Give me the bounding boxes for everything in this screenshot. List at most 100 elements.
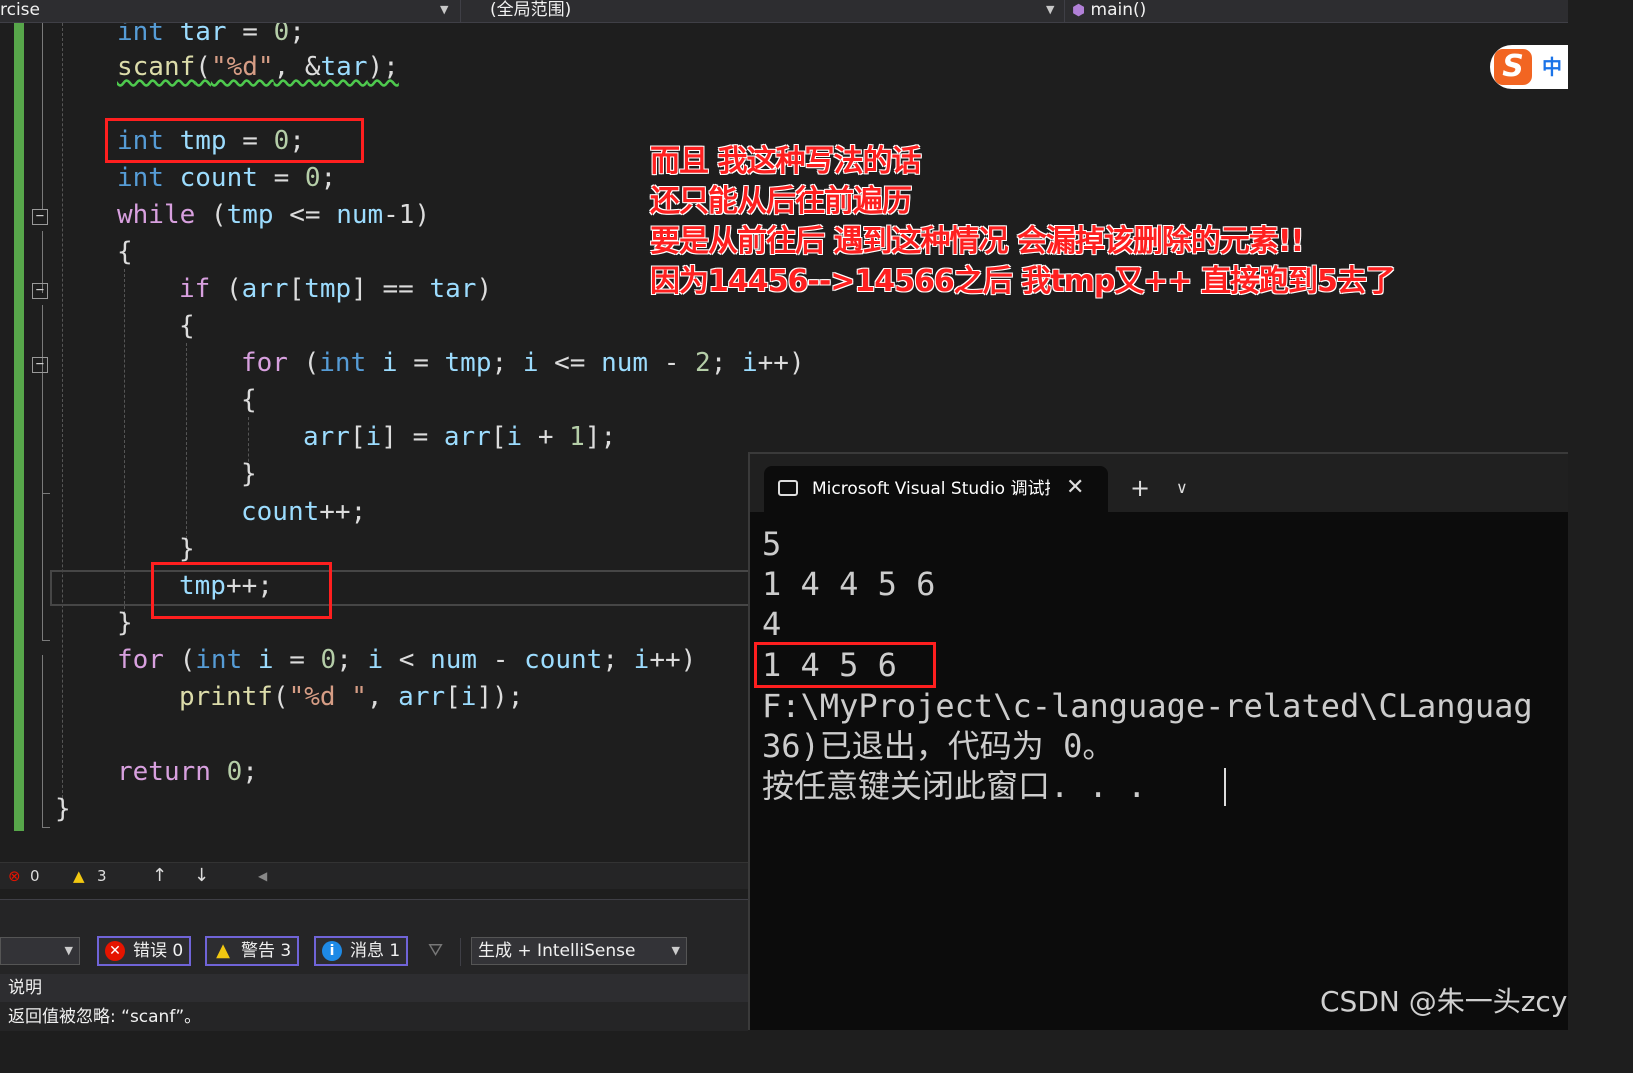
indent-guide: [186, 343, 187, 539]
console-titlebar: Microsoft Visual Studio 调试控制台 ✕ + ∨: [750, 454, 1568, 512]
code-line[interactable]: }: [55, 791, 71, 828]
console-output-line: 按任意键关闭此窗口. . .: [762, 767, 1147, 805]
code-token: ;: [602, 645, 634, 675]
highlight-box-output: [754, 642, 936, 688]
code-line[interactable]: for (int i = 0; i < num - count; i++): [117, 642, 696, 679]
code-line[interactable]: {: [179, 308, 195, 345]
code-line[interactable]: int count = 0;: [117, 160, 336, 197]
project-combo[interactable]: rcise: [0, 0, 455, 22]
code-line[interactable]: arr[i] = arr[i + 1];: [303, 419, 616, 456]
code-token: i: [522, 348, 539, 378]
ime-mode-label: 中: [1542, 55, 1562, 79]
console-tab[interactable]: Microsoft Visual Studio 调试控制台 ✕: [764, 466, 1108, 512]
code-token: (: [287, 348, 320, 378]
chevron-down-icon[interactable]: ▼: [440, 0, 448, 20]
code-line[interactable]: {: [117, 234, 133, 271]
code-line[interactable]: return 0;: [117, 754, 258, 791]
member-combo[interactable]: ⬢ main(): [1072, 0, 1568, 22]
code-line[interactable]: int tar = 0;: [117, 23, 305, 51]
filter-icon[interactable]: ⛛: [428, 940, 443, 961]
code-token: ): [476, 274, 493, 304]
ime-indicator[interactable]: S 中: [1490, 45, 1568, 89]
error-icon: ✕: [105, 941, 125, 961]
code-token: =: [242, 23, 258, 47]
error-list-row[interactable]: 返回值被忽略: “scanf”。: [0, 1003, 748, 1031]
code-token: if: [179, 274, 211, 304]
build-source-combo[interactable]: 生成 + IntelliSense ▼: [471, 937, 687, 965]
indent-guide: [62, 23, 63, 813]
chevron-down-icon[interactable]: ▼: [1046, 0, 1054, 20]
error-icon[interactable]: ⊗: [8, 863, 21, 889]
chevron-down-icon: ▼: [64, 944, 73, 957]
code-token: while: [117, 200, 196, 230]
code-token: i: [242, 645, 274, 675]
code-token: i: [633, 645, 650, 675]
warning-count[interactable]: 3: [97, 863, 107, 889]
code-token: tar: [320, 52, 368, 82]
warnings-filter-button[interactable]: ▲ 警告 3: [205, 936, 300, 966]
code-token: int: [319, 348, 367, 378]
error-description: 返回值被忽略: “scanf”。: [8, 1007, 202, 1027]
chevron-down-icon[interactable]: ∨: [1176, 474, 1188, 502]
annotation-line: 因为14456-->14566之后 我tmp又++ 直接跑到5去了: [650, 264, 1396, 299]
code-token: [: [349, 422, 366, 452]
code-line[interactable]: while (tmp <= num-1): [117, 197, 430, 234]
code-token: tar: [429, 274, 477, 304]
code-line[interactable]: }: [117, 605, 133, 642]
console-output-line: 4: [762, 605, 782, 643]
code-token: i: [366, 348, 398, 378]
code-token: count: [179, 163, 258, 193]
code-line[interactable]: }: [241, 456, 257, 493]
code-line[interactable]: count++;: [241, 494, 366, 531]
console-output-line: 36)已退出，代码为 0。: [762, 727, 1115, 765]
code-token: ,: [366, 682, 399, 712]
code-token: for: [117, 645, 164, 675]
divider: [460, 0, 461, 22]
code-token: ;: [289, 23, 305, 47]
code-token: "%d": [210, 52, 274, 82]
code-token: }: [55, 794, 71, 824]
editor-status-strip: ⊗ 0 ▲ 3 ↑ ↓ ◀: [0, 862, 748, 889]
divider: [460, 938, 461, 966]
code-token: arr: [443, 422, 491, 452]
code-line[interactable]: for (int i = tmp; i <= num - 2; i++): [241, 345, 805, 382]
highlight-box-tmp-increment: [151, 562, 332, 619]
collapse-for-icon[interactable]: −: [32, 357, 48, 373]
code-token: );: [367, 52, 399, 82]
collapse-while-icon[interactable]: −: [32, 209, 48, 225]
debug-console-window[interactable]: Microsoft Visual Studio 调试控制台 ✕ + ∨ 5 1 …: [748, 452, 1568, 1030]
code-line[interactable]: if (arr[tmp] == tar): [179, 271, 492, 308]
collapse-if-icon[interactable]: −: [32, 283, 48, 299]
scroll-left-icon[interactable]: ◀: [258, 863, 267, 889]
sogou-logo-icon: S: [1494, 49, 1532, 85]
code-token: count: [241, 497, 320, 527]
close-icon[interactable]: ✕: [1066, 474, 1084, 502]
messages-filter-button[interactable]: i 消息 1: [314, 936, 409, 966]
code-token: num: [601, 348, 649, 378]
arrow-up-icon[interactable]: ↑: [152, 863, 167, 889]
code-token: arr: [398, 682, 446, 712]
warning-icon[interactable]: ▲: [73, 863, 85, 889]
text-cursor: [1224, 768, 1226, 806]
error-count[interactable]: 0: [30, 863, 40, 889]
code-token: }: [241, 459, 257, 489]
code-token: printf: [179, 682, 273, 712]
new-tab-plus-icon[interactable]: +: [1130, 474, 1150, 502]
code-token: int: [195, 645, 243, 675]
code-token: ] =: [381, 422, 444, 452]
code-token: num: [336, 200, 384, 230]
code-line[interactable]: {: [241, 382, 257, 419]
scope-filter-combo[interactable]: ▼: [0, 937, 80, 965]
scope-combo[interactable]: (全局范围): [490, 0, 1060, 22]
column-header-description[interactable]: 说明: [0, 974, 748, 1002]
code-line[interactable]: scanf("%d", &tar);: [117, 49, 399, 86]
code-line[interactable]: printf("%d ", arr[i]);: [179, 679, 523, 716]
code-token: i: [460, 682, 477, 712]
code-token: {: [117, 237, 133, 267]
info-icon: i: [322, 941, 342, 961]
errors-filter-button[interactable]: ✕ 错误 0: [97, 936, 192, 966]
arrow-down-icon[interactable]: ↓: [194, 863, 209, 889]
code-token: 0: [304, 163, 321, 193]
code-token: +: [522, 422, 570, 452]
